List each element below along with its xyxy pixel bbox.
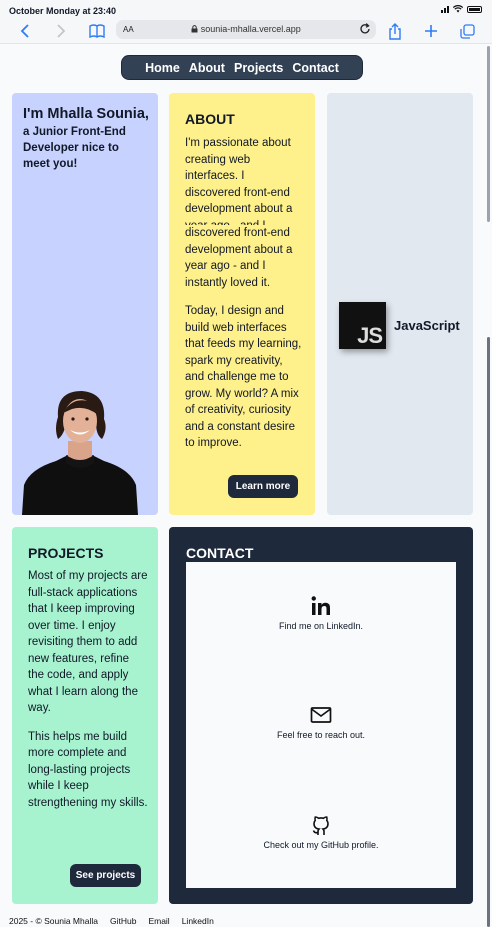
status-time: October Monday at 23:40 (9, 6, 117, 16)
see-projects-button[interactable]: See projects (70, 864, 141, 887)
about-paragraph-2: discovered front-end development about a… (185, 227, 293, 289)
status-bar: October Monday at 23:40 (0, 0, 492, 18)
projects-card: PROJECTS Most of my projects are full-st… (12, 527, 158, 904)
back-icon[interactable] (14, 20, 36, 42)
contact-panel: Find me on LinkedIn. Feel free to reach … (186, 562, 456, 888)
intro-heading: I'm Mhalla Sounia, (23, 106, 149, 122)
share-icon[interactable] (384, 20, 406, 42)
linkedin-icon (311, 596, 330, 615)
about-paragraph-3: Today, I design and build web interfaces… (185, 305, 302, 449)
contact-email-link[interactable]: Feel free to reach out. (186, 703, 456, 740)
javascript-logo-text: JS (357, 323, 383, 348)
site-nav: Home About Projects Contact (121, 55, 363, 80)
about-paragraph-1: I'm passionate about creating web interf… (185, 137, 293, 225)
footer-email-link[interactable]: Email (148, 916, 169, 926)
contact-linkedin-link[interactable]: Find me on LinkedIn. (186, 594, 456, 631)
javascript-logo-icon: JS (339, 302, 386, 349)
about-text: I'm passionate about creating web interf… (185, 135, 303, 452)
footer: 2025 - © Sounia Mhalla GitHub Email Link… (9, 916, 214, 926)
contact-card: CONTACT Find me on LinkedIn. Feel free t… (169, 527, 473, 904)
footer-github-link[interactable]: GitHub (110, 916, 136, 926)
github-icon (312, 816, 329, 835)
browser-toolbar: AA sounia-mhalla.vercel.app (0, 18, 492, 44)
wifi-icon (453, 5, 463, 13)
intro-subheading: a Junior Front-End Developer nice to mee… (23, 126, 126, 170)
contact-email-label: Feel free to reach out. (276, 730, 366, 740)
learn-more-button[interactable]: Learn more (228, 475, 298, 498)
reload-icon[interactable] (358, 22, 372, 36)
footer-copyright: 2025 - © Sounia Mhalla (9, 916, 98, 926)
projects-paragraph-2: This helps me build more complete and lo… (28, 730, 148, 809)
signal-icon (441, 5, 449, 13)
mail-icon (310, 707, 332, 723)
status-icons (441, 5, 482, 13)
projects-title: PROJECTS (28, 545, 104, 561)
nav-home[interactable]: Home (145, 61, 180, 75)
contact-linkedin-label: Find me on LinkedIn. (278, 621, 364, 631)
nav-contact[interactable]: Contact (292, 61, 339, 75)
bookmarks-icon[interactable] (86, 20, 108, 42)
skills-card: JS JavaScript (327, 93, 473, 515)
contact-github-label: Check out my GitHub profile. (263, 840, 379, 850)
contact-title: CONTACT (186, 545, 254, 561)
nav-projects[interactable]: Projects (234, 61, 283, 75)
lock-icon (191, 25, 198, 33)
intro-card: I'm Mhalla Sounia, a Junior Front-End De… (12, 93, 158, 515)
javascript-label: JavaScript (394, 318, 460, 333)
projects-paragraph-1: Most of my projects are full-stack appli… (28, 570, 148, 714)
projects-text: Most of my projects are full-stack appli… (28, 568, 148, 811)
nav-about[interactable]: About (189, 61, 225, 75)
url-value: sounia-mhalla.vercel.app (200, 24, 301, 34)
contact-github-link[interactable]: Check out my GitHub profile. (186, 813, 456, 850)
battery-icon (467, 5, 482, 13)
forward-icon[interactable] (50, 20, 72, 42)
address-bar[interactable]: AA sounia-mhalla.vercel.app (116, 20, 376, 39)
about-title: ABOUT (185, 111, 235, 127)
profile-photo (22, 391, 138, 515)
scrollbar-track[interactable] (487, 46, 490, 222)
scrollbar-thumb[interactable] (487, 337, 490, 927)
new-tab-icon[interactable] (420, 20, 442, 42)
about-card: ABOUT I'm passionate about creating web … (169, 93, 315, 515)
footer-linkedin-link[interactable]: LinkedIn (182, 916, 214, 926)
tabs-overview-icon[interactable] (456, 20, 478, 42)
url-text: sounia-mhalla.vercel.app (116, 24, 376, 34)
